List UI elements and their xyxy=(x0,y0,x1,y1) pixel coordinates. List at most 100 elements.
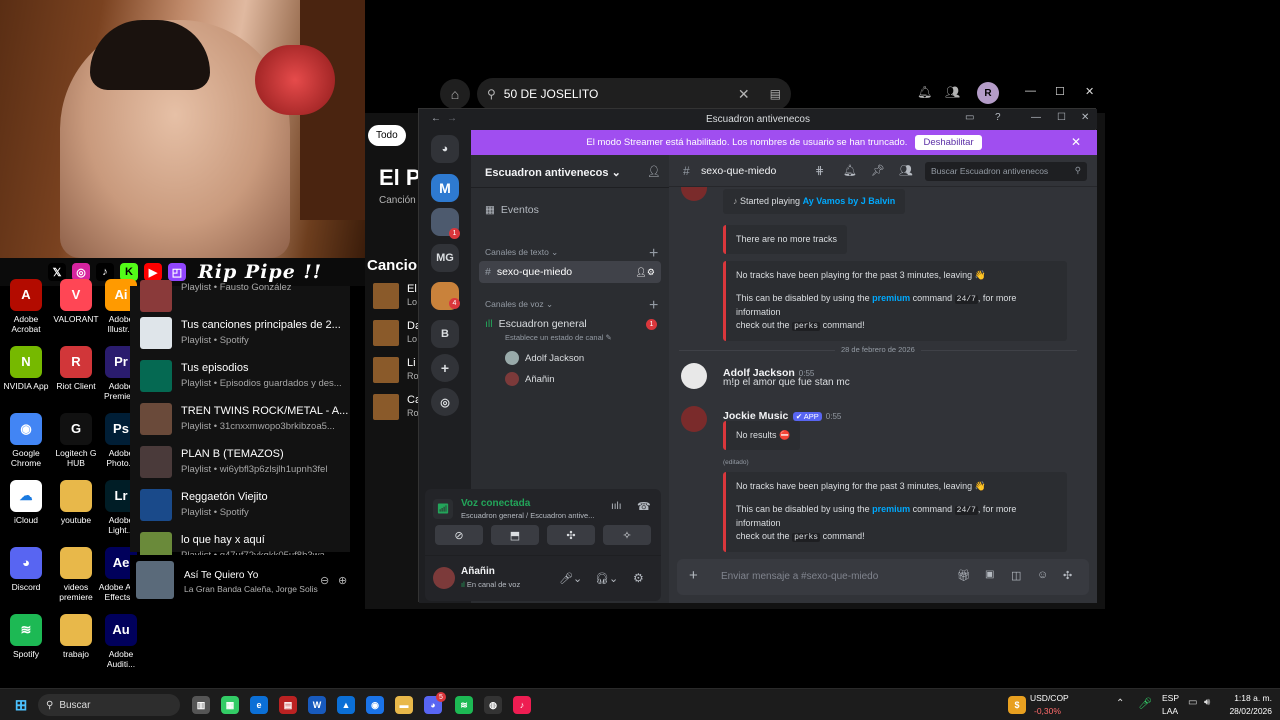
friends-icon[interactable]: 👥︎ xyxy=(945,85,960,99)
avatar[interactable] xyxy=(433,567,455,589)
now-playing-title[interactable]: Así Te Quiero Yo xyxy=(184,570,258,581)
premium-link[interactable]: premium xyxy=(872,504,910,514)
list-item[interactable]: TREN TWINS ROCK/METAL - A... Playlist • 3… xyxy=(140,401,350,441)
language-indicator[interactable]: ESP xyxy=(1162,693,1179,703)
microphone-icon[interactable]: 🎤︎⌄ xyxy=(559,572,582,585)
server-icon-mg[interactable]: MG xyxy=(431,244,459,272)
voice-member[interactable]: Añañin xyxy=(505,372,555,386)
volume-icon[interactable]: 🔊︎ xyxy=(1204,697,1210,708)
microphone-icon[interactable]: 🎤︎ xyxy=(1138,697,1152,710)
server-icon-b[interactable]: B xyxy=(431,320,459,348)
avatar[interactable]: R xyxy=(977,82,999,104)
desktop-icon[interactable]: ◕ Discord xyxy=(0,547,52,592)
taskbar-search[interactable]: ⚲ Buscar xyxy=(38,694,180,716)
photos-icon[interactable]: ▲ xyxy=(337,696,355,714)
attach-icon[interactable]: + xyxy=(689,567,698,584)
filter-chip-all[interactable]: Todo xyxy=(368,125,406,146)
task-view-icon[interactable]: ▥ xyxy=(192,696,210,714)
search-input[interactable]: Buscar Escuadron antivenecos ⚲ xyxy=(925,162,1087,181)
obs-icon[interactable]: ◍ xyxy=(484,696,502,714)
search-input[interactable]: 50 DE JOSELITO xyxy=(504,87,730,101)
browse-icon[interactable]: ▤ xyxy=(770,87,781,101)
noise-icon[interactable]: ıılı xyxy=(611,501,622,512)
windows-start-icon[interactable]: ⊞ xyxy=(12,696,30,714)
now-playing-artist[interactable]: La Gran Banda Caleña, Jorge Solis xyxy=(184,584,318,594)
apps-icon[interactable]: ✣ xyxy=(1063,569,1072,582)
user-settings-icon[interactable]: ⚙ xyxy=(633,571,644,585)
spotify-search[interactable]: ⚲ 50 DE JOSELITO ✕ ▤ xyxy=(477,78,791,110)
chevron-up-icon[interactable]: ⌃ xyxy=(1116,698,1124,709)
premium-link[interactable]: premium xyxy=(872,293,910,303)
events-item[interactable]: ▦ Eventos xyxy=(479,199,661,221)
list-item[interactable]: Reggaetón Viejito Playlist • Spotify xyxy=(140,487,350,527)
desktop-icon[interactable]: N NVIDIA App xyxy=(0,346,52,391)
discord-home-icon[interactable]: ◕ xyxy=(431,135,459,163)
back-icon[interactable]: ← xyxy=(431,113,441,124)
avatar[interactable] xyxy=(681,187,707,201)
message-input[interactable]: Enviar mensaje a #sexo-que-miedo xyxy=(721,571,878,582)
edge-icon[interactable]: e xyxy=(250,696,268,714)
sticker-icon[interactable]: ◫ xyxy=(1011,569,1021,582)
ticker-icon[interactable]: $ xyxy=(1008,696,1026,714)
tiktok-icon[interactable]: ♪ xyxy=(513,696,531,714)
discover-icon[interactable]: ◎ xyxy=(431,388,459,416)
minimize-icon[interactable]: — xyxy=(1031,112,1041,123)
list-item[interactable]: Tus episodios Playlist • Episodios guarda… xyxy=(140,358,350,398)
network-icon[interactable]: ▭ xyxy=(1188,697,1197,708)
clock-date[interactable]: 28/02/2026 xyxy=(1222,706,1272,716)
close-banner-icon[interactable]: ✕ xyxy=(1071,135,1081,149)
pin-icon[interactable]: 📌︎ xyxy=(871,164,885,177)
chrome-icon[interactable]: ◉ xyxy=(366,696,384,714)
voice-channel[interactable]: ıll Escuadron general 1 xyxy=(479,313,661,335)
channel-status-prompt[interactable]: Establece un estado de canal ✎ xyxy=(505,333,612,342)
file-explorer-icon[interactable]: ▬ xyxy=(395,696,413,714)
spotify-icon[interactable]: ≋ xyxy=(455,696,473,714)
settings-icon[interactable]: 👤︎⚙ xyxy=(636,267,656,278)
close-icon[interactable]: ✕ xyxy=(1081,112,1089,123)
screenshare-button[interactable]: ⬒ xyxy=(491,525,539,545)
avatar[interactable] xyxy=(681,363,707,389)
close-icon[interactable]: ✕ xyxy=(1085,85,1094,98)
signal-icon[interactable]: 📶︎ xyxy=(433,499,453,519)
desktop-icon[interactable]: A Adobe Acrobat xyxy=(0,279,52,334)
members-icon[interactable]: 👥︎ xyxy=(899,164,913,177)
voice-category[interactable]: Canales de voz ⌄ xyxy=(485,299,553,310)
threads-icon[interactable]: ⋕ xyxy=(815,164,824,177)
invite-icon[interactable]: 👤︎ xyxy=(647,165,661,178)
forward-icon[interactable]: → xyxy=(447,113,457,124)
server-name[interactable]: Escuadron antivenecos ⌄ xyxy=(485,166,621,179)
inbox-icon[interactable]: ▭ xyxy=(965,112,974,123)
clear-search-icon[interactable]: ✕ xyxy=(738,86,750,103)
list-item[interactable]: Playlist • Fausto González xyxy=(140,278,350,318)
maximize-icon[interactable]: ☐ xyxy=(1057,112,1066,123)
remove-icon[interactable]: ⊖ xyxy=(320,574,329,587)
server-icon-m[interactable]: M xyxy=(431,174,459,202)
avatar[interactable] xyxy=(681,406,707,432)
desktop-icon[interactable]: Au Adobe Auditi... xyxy=(95,614,147,669)
maximize-icon[interactable]: ☐ xyxy=(1055,85,1065,98)
store-icon[interactable]: ▤ xyxy=(279,696,297,714)
ticker-name[interactable]: USD/COP xyxy=(1030,693,1069,703)
gift-icon[interactable]: 🎁︎ xyxy=(957,569,971,582)
camera-button[interactable]: ⊘ xyxy=(435,525,483,545)
disconnect-icon[interactable]: ☎ xyxy=(637,500,651,513)
text-category[interactable]: Canales de texto ⌄ xyxy=(485,247,558,258)
widgets-icon[interactable]: ▦ xyxy=(221,696,239,714)
list-item[interactable]: PLAN B (TEMAZOS) Playlist • wi6ybfl3p6zls… xyxy=(140,444,350,484)
activities-button[interactable]: ✣ xyxy=(547,525,595,545)
soundboard-button[interactable]: ✧ xyxy=(603,525,651,545)
notifications-icon[interactable]: 🔔︎ xyxy=(843,164,857,177)
word-icon[interactable]: W xyxy=(308,696,326,714)
add-icon[interactable]: ⊕ xyxy=(338,574,347,587)
help-icon[interactable]: ? xyxy=(995,112,1001,123)
voice-member[interactable]: Adolf Jackson xyxy=(505,351,584,365)
desktop-icon[interactable]: ◉ Google Chrome xyxy=(0,413,52,468)
channel-sexo-que-miedo[interactable]: # sexo-que-miedo 👤︎⚙ xyxy=(479,261,661,283)
minimize-icon[interactable]: — xyxy=(1025,85,1036,97)
add-server-icon[interactable]: + xyxy=(431,354,459,382)
home-icon[interactable]: ⌂ xyxy=(440,79,470,109)
headphones-icon[interactable]: 🎧︎⌄ xyxy=(595,572,618,585)
emoji-icon[interactable]: ☺ xyxy=(1037,569,1048,581)
list-item[interactable]: Tus canciones principales de 2... Playlis… xyxy=(140,315,350,355)
desktop-icon[interactable]: ☁ iCloud xyxy=(0,480,52,525)
